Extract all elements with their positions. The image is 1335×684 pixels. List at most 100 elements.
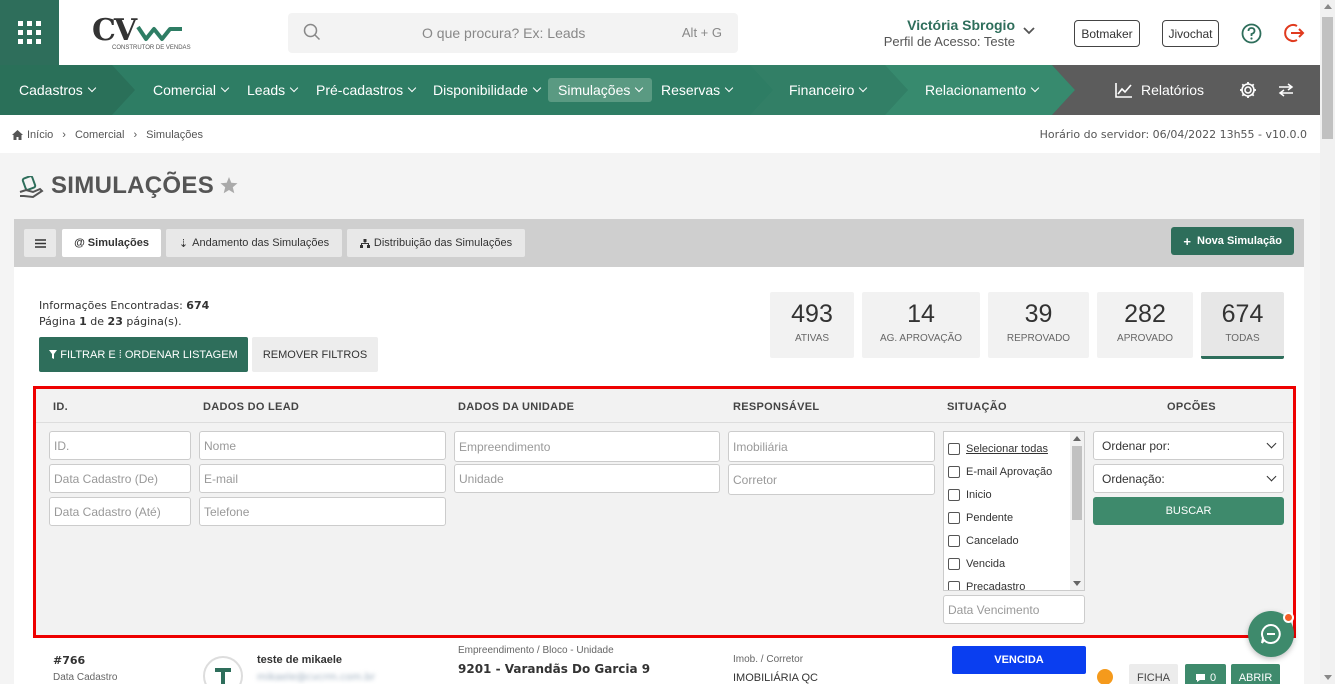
ficha-button[interactable]: FICHA xyxy=(1129,664,1178,684)
botmaker-button[interactable]: Botmaker xyxy=(1074,20,1140,47)
scroll-down-icon[interactable] xyxy=(1324,675,1332,680)
info-label: Informações Encontradas: xyxy=(39,299,183,312)
swap-icon[interactable] xyxy=(1278,83,1294,97)
checkbox[interactable] xyxy=(948,535,960,547)
breadcrumb-home[interactable]: Início xyxy=(12,129,53,141)
option-label: Precadastro xyxy=(966,581,1026,591)
ordering-select[interactable]: Ordenação: xyxy=(1093,464,1284,493)
checkbox[interactable] xyxy=(948,581,960,590)
grid-icon xyxy=(18,21,41,44)
scroll-up-icon[interactable] xyxy=(1073,436,1081,441)
nav-item-relatorios[interactable]: Relatórios xyxy=(1105,78,1214,102)
chevron-down-icon[interactable] xyxy=(1023,27,1035,35)
stat-value: 493 xyxy=(791,300,833,328)
logo[interactable]: CV CONSTRUTOR DE VENDAS xyxy=(92,13,191,55)
tab-simulacoes[interactable]: @ Simulações xyxy=(62,229,161,257)
scroll-down-icon[interactable] xyxy=(1073,581,1081,586)
status-option[interactable]: Vencida xyxy=(948,556,1005,572)
chevron-down-icon xyxy=(859,83,868,93)
date-from-input[interactable]: Data Cadastro (De) xyxy=(49,464,191,493)
email-input[interactable]: E-mail xyxy=(199,464,446,493)
row-responsible-value: IMOBILIÁRIA QC xyxy=(733,672,818,684)
stat-reprovado[interactable]: 39 REPROVADO xyxy=(988,292,1089,358)
breadcrumb-comercial[interactable]: Comercial xyxy=(75,129,125,141)
id-input[interactable]: ID. xyxy=(49,431,191,460)
due-date-input[interactable]: Data Vencimento xyxy=(943,595,1085,624)
checkbox[interactable] xyxy=(948,489,960,501)
option-label: Cancelado xyxy=(966,535,1019,547)
info-label: de xyxy=(90,315,105,328)
agency-select[interactable]: Imobiliária xyxy=(728,431,935,462)
nav-item-disponibilidade[interactable]: Disponibilidade xyxy=(423,78,550,102)
broker-select[interactable]: Corretor xyxy=(728,464,935,495)
row-unit-label: Empreendimento / Bloco - Unidade xyxy=(458,645,614,656)
status-option[interactable]: Precadastro xyxy=(948,579,1026,591)
status-multiselect[interactable]: Selecionar todas E-mail Aprovação Inicio… xyxy=(943,431,1085,591)
listbox-scrollbar[interactable] xyxy=(1070,432,1084,590)
scroll-up-icon[interactable] xyxy=(1324,4,1332,9)
order-by-select[interactable]: Ordenar por: xyxy=(1093,431,1284,460)
status-option[interactable]: Cancelado xyxy=(948,533,1019,549)
logo-wave-icon xyxy=(136,25,182,41)
nav-item-simulacoes[interactable]: Simulações xyxy=(548,78,653,102)
checkbox[interactable] xyxy=(948,512,960,524)
hamburger-icon xyxy=(34,238,46,248)
status-option[interactable]: E-mail Aprovação xyxy=(948,464,1052,480)
apps-menu-button[interactable] xyxy=(0,0,59,65)
open-button[interactable]: ABRIR xyxy=(1231,664,1280,684)
row-lead-name[interactable]: teste de mikaele xyxy=(257,654,342,666)
enterprise-select[interactable]: Empreendimento xyxy=(454,431,720,462)
tab-andamento[interactable]: ⇣ Andamento das Simulações xyxy=(166,229,342,257)
checkbox[interactable] xyxy=(948,558,960,570)
search-placeholder: O que procura? Ex: Leads xyxy=(422,25,586,41)
nav-item-pre-cadastros[interactable]: Pré-cadastros xyxy=(306,78,425,102)
filter-panel: ID. DADOS DO LEAD DADOS DA UNIDADE RESPO… xyxy=(33,386,1296,638)
tab-distribuicao[interactable]: Distribuição das Simulações xyxy=(347,229,525,257)
page-scrollbar[interactable] xyxy=(1320,0,1335,684)
status-option[interactable]: Inicio xyxy=(948,487,992,503)
stat-ag-aprovacao[interactable]: 14 AG. APROVAÇÃO xyxy=(862,292,980,358)
logout-icon[interactable] xyxy=(1283,22,1305,44)
comment-icon xyxy=(1195,674,1205,682)
checkbox[interactable] xyxy=(948,466,960,478)
checkbox[interactable] xyxy=(948,443,960,455)
stat-todas[interactable]: 674 TODAS xyxy=(1201,292,1284,359)
gear-icon[interactable] xyxy=(1239,81,1257,99)
search-shortcut: Alt + G xyxy=(681,25,722,40)
main-nav: Cadastros Comercial Leads Pré-cadastros … xyxy=(0,65,1320,115)
nav-item-reservas[interactable]: Reservas xyxy=(651,78,742,102)
info-page: 1 xyxy=(79,315,87,328)
scroll-thumb[interactable] xyxy=(1322,17,1333,139)
breadcrumb-label: Início xyxy=(27,129,54,141)
remove-filters-button[interactable]: REMOVER FILTROS xyxy=(252,337,378,372)
menu-toggle-button[interactable] xyxy=(24,229,56,257)
global-search-input[interactable]: O que procura? Ex: Leads Alt + G xyxy=(288,13,738,53)
search-button[interactable]: BUSCAR xyxy=(1093,497,1284,525)
date-to-input[interactable]: Data Cadastro (Até) xyxy=(49,497,191,526)
star-icon[interactable] xyxy=(220,177,238,194)
new-simulation-button[interactable]: + Nova Simulação xyxy=(1171,227,1294,255)
user-menu[interactable]: Victória Sbrogio Perfil de Acesso: Teste xyxy=(884,17,1015,49)
nav-item-leads[interactable]: Leads xyxy=(237,78,307,102)
unit-input[interactable]: Unidade xyxy=(454,464,720,493)
filter-order-button[interactable]: FILTRAR E ⁞ ORDENAR LISTAGEM xyxy=(39,337,248,372)
nav-label: Leads xyxy=(247,82,286,98)
name-input[interactable]: Nome xyxy=(199,431,446,460)
scroll-thumb[interactable] xyxy=(1072,446,1082,520)
stat-aprovado[interactable]: 282 APROVADO xyxy=(1097,292,1193,358)
comments-button[interactable]: 0 xyxy=(1185,664,1226,684)
status-option-select-all[interactable]: Selecionar todas xyxy=(948,441,1048,457)
help-icon[interactable] xyxy=(1241,23,1262,44)
stat-value: 674 xyxy=(1221,300,1264,328)
stat-ativas[interactable]: 493 ATIVAS xyxy=(770,292,854,358)
nav-item-financeiro[interactable]: Financeiro xyxy=(779,78,876,102)
phone-input[interactable]: Telefone xyxy=(199,497,446,526)
header-lead: DADOS DO LEAD xyxy=(203,401,300,413)
nav-item-comercial[interactable]: Comercial xyxy=(143,78,238,102)
nav-item-cadastros[interactable]: Cadastros xyxy=(9,78,105,102)
status-option[interactable]: Pendente xyxy=(948,510,1013,526)
header-divider xyxy=(36,422,1293,423)
stat-value: 282 xyxy=(1124,300,1166,328)
nav-item-relacionamento[interactable]: Relacionamento xyxy=(915,78,1048,102)
jivochat-button[interactable]: Jivochat xyxy=(1162,20,1219,47)
